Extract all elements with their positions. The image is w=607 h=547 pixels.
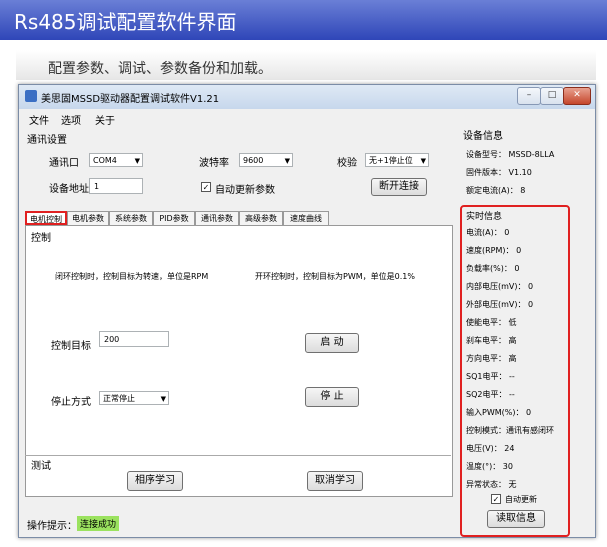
realtime-row: 刹车电平： 高 — [466, 336, 517, 345]
status-badge: 连接成功 — [77, 516, 120, 531]
tab-motor-params[interactable]: 电机参数 — [67, 211, 109, 225]
tab-comm-params[interactable]: 通讯参数 — [195, 211, 239, 225]
status-label: 操作提示： — [27, 521, 77, 532]
tab-motor-control[interactable]: 电机控制 — [25, 211, 67, 225]
menu-options[interactable]: 选项 — [61, 112, 81, 127]
parity-select[interactable]: 无+1停止位 ▼ — [365, 153, 429, 167]
stop-mode-label: 停止方式 — [51, 397, 91, 408]
parity-label: 校验 — [337, 158, 357, 169]
realtime-row: 异常状态： 无 — [466, 480, 517, 489]
stop-mode-value: 正常停止 — [103, 394, 135, 403]
app-icon — [25, 90, 37, 102]
title-bar[interactable]: 美思固MSSD驱动器配置调试软件V1.21 – □ ✕ — [19, 85, 595, 109]
realtime-info-label: 实时信息 — [466, 212, 503, 222]
menu-about[interactable]: 关于 — [95, 112, 115, 127]
realtime-row: 温度(°)： 30 — [466, 462, 513, 471]
realtime-row: SQ2电平： -- — [466, 390, 515, 399]
cancel-learn-button[interactable]: 取消学习 — [307, 471, 363, 491]
auto-update-checkbox[interactable]: ✓ — [201, 182, 211, 192]
target-label: 控制目标 — [51, 341, 91, 352]
firmware-version: 固件版本： V1.10 — [466, 168, 532, 177]
chevron-down-icon: ▼ — [284, 157, 290, 165]
realtime-row: 速度(RPM)： 0 — [466, 246, 522, 255]
group-divider — [25, 455, 451, 456]
auto-refresh-checkbox[interactable]: ✓ — [491, 494, 501, 504]
minimize-button[interactable]: – — [517, 87, 541, 105]
parity-value: 无+1停止位 — [369, 156, 413, 165]
comm-group-label: 通讯设置 — [27, 135, 67, 146]
device-model: 设备型号： MSSD-8LLA — [466, 150, 555, 159]
realtime-row: 使能电平： 低 — [466, 318, 517, 327]
menu-file[interactable]: 文件 — [29, 112, 49, 127]
realtime-row: 负载率(%)： 0 — [466, 264, 520, 273]
slide-subtitle: 配置参数、调试、参数备份和加载。 — [48, 61, 272, 77]
tab-advanced-params[interactable]: 高级参数 — [239, 211, 283, 225]
rated-current: 额定电流(A)： 8 — [466, 186, 526, 195]
tab-system-params[interactable]: 系统参数 — [109, 211, 153, 225]
test-group-label: 测试 — [31, 461, 51, 472]
start-button[interactable]: 启 动 — [305, 333, 359, 353]
target-input[interactable]: 200 — [99, 331, 169, 347]
closed-loop-note: 闭环控制时，控制目标为转速，单位是RPM — [55, 272, 209, 281]
slide-title: Rs485调试配置软件界面 — [14, 10, 237, 34]
port-select[interactable]: COM4 ▼ — [89, 153, 143, 167]
realtime-row: 方向电平： 高 — [466, 354, 517, 363]
port-value: COM4 — [93, 156, 117, 165]
realtime-row: SQ1电平： -- — [466, 372, 515, 381]
address-input[interactable]: 1 — [89, 178, 143, 194]
realtime-row: 内部电压(mV)： 0 — [466, 282, 534, 291]
menu-bar: 文件 选项 关于 — [19, 109, 595, 127]
stop-mode-select[interactable]: 正常停止 ▼ — [99, 391, 169, 405]
disconnect-button[interactable]: 断开连接 — [371, 178, 427, 196]
app-window: 美思固MSSD驱动器配置调试软件V1.21 – □ ✕ 文件 选项 关于 通讯设… — [18, 84, 596, 538]
realtime-row: 输入PWM(%)： 0 — [466, 408, 532, 417]
chevron-down-icon: ▼ — [134, 157, 140, 165]
realtime-row: 电压(V)： 24 — [466, 444, 515, 453]
read-info-button[interactable]: 读取信息 — [487, 510, 545, 528]
phase-learn-button[interactable]: 相序学习 — [127, 471, 183, 491]
open-loop-note: 开环控制时，控制目标为PWM，单位是0.1% — [255, 272, 415, 281]
control-group-label: 控制 — [31, 233, 51, 244]
baud-label: 波特率 — [199, 158, 229, 169]
window-title: 美思固MSSD驱动器配置调试软件V1.21 — [41, 94, 220, 105]
tab-pid-params[interactable]: PID参数 — [153, 211, 195, 225]
auto-update-label: 自动更新参数 — [215, 185, 275, 196]
chevron-down-icon: ▼ — [420, 157, 426, 165]
tab-speed-curve[interactable]: 速度曲线 — [283, 211, 329, 225]
stop-button[interactable]: 停 止 — [305, 387, 359, 407]
tab-panel — [25, 225, 453, 497]
port-label: 通讯口 — [49, 158, 79, 169]
realtime-row: 控制模式：通讯有感闭环 — [466, 426, 554, 435]
auto-refresh-label: 自动更新 — [505, 495, 537, 504]
baud-select[interactable]: 9600 ▼ — [239, 153, 293, 167]
realtime-row: 电流(A)： 0 — [466, 228, 510, 237]
maximize-button[interactable]: □ — [540, 87, 564, 105]
device-info-label: 设备信息 — [463, 131, 503, 142]
baud-value: 9600 — [243, 156, 264, 165]
slide-header: Rs485调试配置软件界面 — [0, 0, 607, 40]
chevron-down-icon: ▼ — [160, 395, 166, 403]
realtime-row: 外部电压(mV)： 0 — [466, 300, 534, 309]
address-label: 设备地址 — [49, 184, 89, 195]
close-button[interactable]: ✕ — [563, 87, 591, 105]
